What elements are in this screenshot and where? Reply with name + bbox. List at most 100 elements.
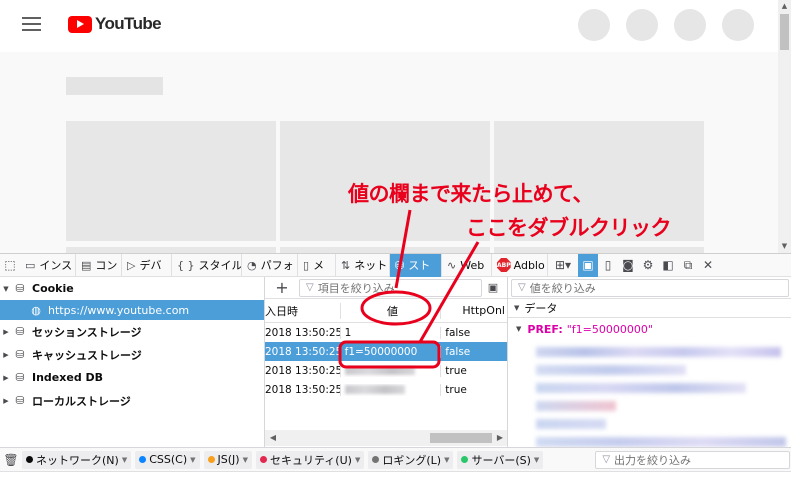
trash-icon[interactable]: 🗑 [0,453,22,467]
youtube-header: YouTube [0,0,778,52]
scroll-left-icon[interactable]: ◀ [265,430,281,446]
tab-web[interactable]: ∿ Web [442,253,492,277]
console-filter-server[interactable]: サーバー(S) ▼ [457,450,544,469]
chevron-down-icon: ▼ [121,455,128,464]
table-horizontal-scrollbar[interactable]: ◀ ▶ [265,430,507,446]
expanded-arrow-icon: ▼ [516,325,522,333]
responsive-mode-icon[interactable]: ▯ [598,254,618,277]
adblock-icon: ABP [497,258,511,272]
youtube-logo-text: YouTube [95,14,162,33]
tree-item-cache-storage[interactable]: ▶ ⛁ キャッシュストレージ [0,343,264,366]
tree-item-cookie[interactable]: ▼ ⛁ Cookie [0,277,264,300]
console-output-filter-input[interactable]: ▽ 出力を絞り込み [595,450,791,469]
globe-icon: ◍ [31,303,41,317]
expanded-arrow-icon: ▼ [514,304,520,312]
value-filter-input[interactable]: ▽ 値を絞り込み [511,278,789,297]
dot-icon [372,456,380,463]
chevron-down-icon: ▼ [190,455,196,464]
youtube-logo[interactable]: YouTube [68,14,162,34]
database-icon: ⛁ [15,394,25,407]
table-row[interactable]: 2018 13:50:25... 1 false [265,323,507,342]
scroll-up-icon[interactable]: ▲ [778,0,791,12]
element-picker-icon[interactable]: ⬚ [0,254,20,277]
dock-side-icon[interactable]: ◧ [658,254,678,277]
column-header-httponly[interactable]: HttpOnl [441,304,507,317]
tab-adblock[interactable]: ABP Adblo [492,253,548,277]
tab-style-editor[interactable]: { } スタイル [172,253,242,277]
table-row[interactable]: 2018 13:50:25... true [265,361,507,380]
layout-menu-icon[interactable]: ⊞▾ [548,254,578,277]
scrollbar-thumb[interactable] [780,14,789,50]
data-sidebar: ▽ 値を絞り込み ▼ データ ▼ PREF: "f1=50000000" [508,277,791,447]
undock-icon[interactable]: ⧉ [678,254,698,277]
blurred-data [536,347,781,357]
tree-item-indexed-db[interactable]: ▶ ⛁ Indexed DB [0,366,264,389]
dot-icon [461,456,469,463]
tab-debugger[interactable]: ▷ デバ [122,253,172,277]
console-filter-network[interactable]: ネットワーク(N) ▼ [22,450,132,469]
console-icon: ▤ [81,258,92,272]
column-header-created[interactable]: 入日時 [265,302,341,319]
screenshot-icon[interactable]: ◙ [618,254,638,277]
inspector-icon: ▭ [25,258,36,272]
console-filter-security[interactable]: セキュリティ(U) ▼ [255,450,365,469]
menu-icon[interactable] [22,17,41,31]
tab-memory[interactable]: ▯ メ [298,253,336,277]
console-filter-logging[interactable]: ロギング(L) ▼ [368,450,454,469]
filter-icon: ▽ [602,454,611,465]
memory-icon: ▯ [303,258,310,272]
console-filter-js[interactable]: JS(J) ▼ [203,450,252,469]
close-icon[interactable]: ✕ [698,254,718,277]
debugger-icon: ▷ [127,258,136,272]
tab-storage[interactable]: ⛁ スト [390,253,442,277]
chevron-down-icon: ▼ [444,455,450,464]
tree-item-local-storage[interactable]: ▶ ⛁ ローカルストレージ [0,389,264,412]
add-item-icon[interactable]: + [265,278,299,297]
cookie-table-panel: + ▽ 項目を絞り込み ▣ 入日時 値 HttpOnl 2018 13:50:2… [265,277,508,447]
dot-icon [26,456,33,463]
performance-icon: ◔ [247,258,257,272]
chevron-down-icon: ▼ [533,455,540,464]
web-icon: ∿ [447,258,457,272]
blurred-data [536,419,606,429]
data-section-header[interactable]: ▼ データ [508,299,791,318]
filter-icon: ▽ [518,282,526,293]
annotation-line-1: 値の欄まで来たら止めて、 [348,182,593,206]
youtube-play-icon [68,15,92,33]
blurred-value [341,364,442,377]
tab-console[interactable]: ▤ コン [76,253,122,277]
dot-icon [259,456,267,463]
item-filter-input[interactable]: ▽ 項目を絞り込み [299,278,482,297]
scroll-right-icon[interactable]: ▶ [492,430,507,446]
pref-entry[interactable]: ▼ PREF: "f1=50000000" [508,320,791,338]
column-header-value[interactable]: 値 [341,302,442,319]
database-icon: ⛁ [15,371,25,384]
placeholder-circle [674,9,706,41]
tab-inspector[interactable]: ▭ インス [20,253,76,277]
tree-item-youtube-host[interactable]: ◍ https://www.youtube.com [0,300,264,320]
screenshot-root: YouTube ▲ ▼ ⬚ ▭ インス ▤ コン ▷ デバ { } スタイル ◔ パフォ … [0,0,791,479]
table-row-selected[interactable]: 2018 13:50:25... f1=50000000 false [265,342,507,361]
chevron-down-icon: ▼ [242,455,248,464]
console-filter-css[interactable]: CSS(C) ▼ [135,450,200,469]
toggle-sidebar-icon[interactable]: ▣ [482,281,504,294]
settings-icon[interactable]: ⚙ [638,254,658,277]
split-console-icon[interactable]: ▣ [578,253,598,277]
placeholder-circle [722,9,754,41]
database-icon: ⛁ [15,348,25,361]
value-cell[interactable]: f1=50000000 [341,345,442,358]
tab-network[interactable]: ⇅ ネット [336,253,390,277]
dot-icon [139,456,147,463]
tree-item-session-storage[interactable]: ▶ ⛁ セッションストレージ [0,320,264,343]
table-row[interactable]: 2018 13:50:25... true [265,380,507,399]
scroll-down-icon[interactable]: ▼ [778,240,791,252]
chevron-down-icon: ▼ [354,455,361,464]
scrollbar-thumb[interactable] [430,433,492,443]
database-icon: ⛁ [15,282,25,295]
page-scrollbar[interactable]: ▲ ▼ [778,0,791,253]
tab-performance[interactable]: ◔ パフォ [242,253,298,277]
collapsed-arrow-icon: ▶ [3,327,9,336]
annotation-line-2: ここをダブルクリック [466,216,672,240]
blurred-value [341,383,442,396]
data-sidebar-toolbar: ▽ 値を絞り込み [508,277,791,299]
